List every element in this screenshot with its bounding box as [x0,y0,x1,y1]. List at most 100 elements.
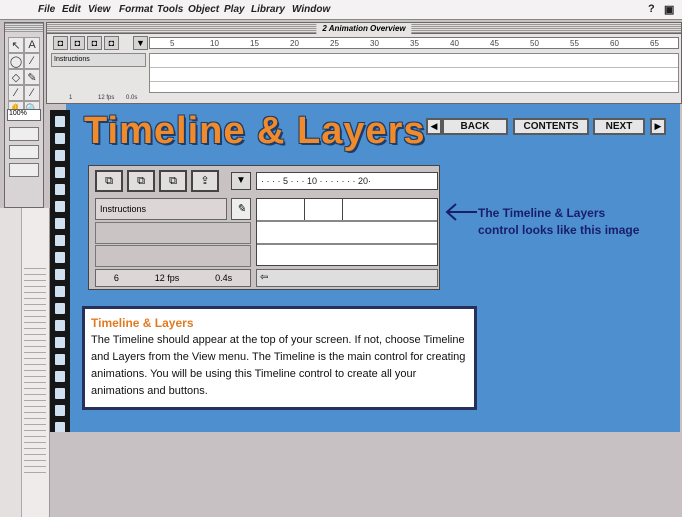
illustration-ruler: · · · · 5 · · · 10 · · · · · · · 20· [256,172,438,190]
menu-edit[interactable]: Edit [62,4,81,15]
illustration-frame: 6 [113,273,119,283]
empty-layer-row [95,245,251,267]
arrow-right-icon[interactable]: ▶ [650,118,666,135]
layer-button-icon[interactable]: ◘ [70,36,85,50]
line-tool-icon[interactable]: ∕ [24,53,40,69]
contents-button[interactable]: CONTENTS [513,118,589,135]
ruler-mark: 25 [330,39,339,48]
menu-library[interactable]: Library [251,4,285,15]
film-hole [55,133,65,144]
film-hole [55,167,65,178]
film-hole [55,150,65,161]
oval-tool-icon[interactable]: ◯ [8,53,24,69]
ruler-mark: 15 [250,39,259,48]
menu-view[interactable]: View [88,4,110,15]
film-hole [55,337,65,348]
ruler-mark: 55 [570,39,579,48]
film-hole [55,201,65,212]
help-icon[interactable]: ? [648,3,655,15]
menu-file[interactable]: File [38,4,55,15]
ruler-mark: 45 [490,39,499,48]
background-document-window [0,208,50,517]
illustration-layer-name: Instructions [95,198,227,220]
ruler-mark: 20 [290,39,299,48]
page-title: Timeline & Layers [84,110,426,152]
ruler-mark: 30 [370,39,379,48]
info-body: The Timeline should appear at the top of… [91,334,466,397]
film-hole [55,320,65,331]
film-hole [55,286,65,297]
lasso-tool-icon[interactable]: ◇ [8,69,24,85]
window-title: 2 Animation Overview [316,23,412,34]
arrow-left-icon[interactable]: ◀ [426,118,442,135]
ruler-mark: 50 [530,39,539,48]
chevron-down-icon: ▼ [231,172,251,190]
keyframe-markers [256,198,438,220]
layer-button-icon[interactable]: ◘ [53,36,68,50]
menu-object[interactable]: Object [188,4,219,15]
film-hole [55,269,65,280]
back-button[interactable]: BACK [442,118,508,135]
film-hole [55,303,65,314]
window-titlebar[interactable]: 2 Animation Overview [47,23,681,34]
elapsed-time: 0.0s [126,95,138,101]
film-hole [55,235,65,246]
palette-titlebar[interactable] [5,23,43,32]
frame-rate: 12 fps [98,95,115,101]
ruler-mark: 40 [450,39,459,48]
layer-name: Instructions [54,56,90,63]
timeline-status: 1 12 fps 0.0s [51,95,679,103]
film-hole [55,388,65,399]
eraser-tool-icon[interactable]: ∕ [24,85,40,101]
illustration-fps: 12 fps [154,273,180,283]
film-hole [55,405,65,416]
application-icon[interactable]: ▣ [664,3,674,16]
illustration-time: 0.4s [215,273,233,283]
film-hole [55,218,65,229]
text-tool-icon[interactable]: A [24,37,40,53]
ruler-mark: 10 [210,39,219,48]
info-title: Timeline & Layers [91,316,194,330]
ruler-mark: 5 [170,39,175,48]
brush-tool-icon[interactable]: ∕ [8,85,24,101]
frame-ruler[interactable]: 5 10 15 20 25 30 35 40 45 50 55 60 65 [149,37,679,49]
menu-tools[interactable]: Tools [157,4,183,15]
film-hole [55,252,65,263]
modifier-button[interactable] [9,163,39,177]
layer-row-instructions[interactable]: Instructions [51,53,146,67]
layer-button-icon[interactable]: ◘ [104,36,119,50]
callout-text: The Timeline & Layers control looks like… [478,206,640,237]
ruler-mark: 60 [610,39,619,48]
zoom-select[interactable]: 100% [7,109,41,121]
film-hole [55,371,65,382]
guide-layer-icon: ⧉ [127,170,155,192]
menu-format[interactable]: Format [119,4,153,15]
current-frame: 1 [69,95,73,101]
arrow-tool-icon[interactable]: ↖ [8,37,24,53]
next-button[interactable]: NEXT [593,118,645,135]
illustration-status: 6 12 fps 0.4s [95,269,251,287]
modifier-button[interactable] [9,145,39,159]
info-box: Timeline & Layers The Timeline should ap… [82,306,477,410]
edit-multiple-icon: ⇪ [191,170,219,192]
window-edge [0,208,22,517]
pencil-tool-icon[interactable]: ✎ [24,69,40,85]
layer-button-icon[interactable]: ◘ [87,36,102,50]
scroll-left-icon: ⇦ [256,269,438,287]
film-hole [55,354,65,365]
document-text-lines [24,268,46,478]
tools-palette: ↖ A ◯ ∕ ◇ ✎ ∕ ∕ ✋ 🔍 100% [4,22,44,208]
ruler-mark: 35 [410,39,419,48]
frame-grid[interactable] [149,53,679,93]
snap-button[interactable] [9,127,39,141]
ruler-mark: 65 [650,39,659,48]
timeline-illustration: ⧉ ⧉ ⧉ ⇪ ▼ · · · · 5 · · · 10 · · · · · ·… [88,165,440,290]
chevron-down-icon[interactable]: ▼ [133,36,148,50]
empty-layer-row [95,222,251,244]
arrow-left-icon [445,203,477,221]
menu-window[interactable]: Window [292,4,330,15]
filmstrip-decoration [50,110,70,442]
film-hole [55,116,65,127]
menu-bar: File Edit View Format Tools Object Play … [0,0,682,20]
menu-play[interactable]: Play [224,4,245,15]
